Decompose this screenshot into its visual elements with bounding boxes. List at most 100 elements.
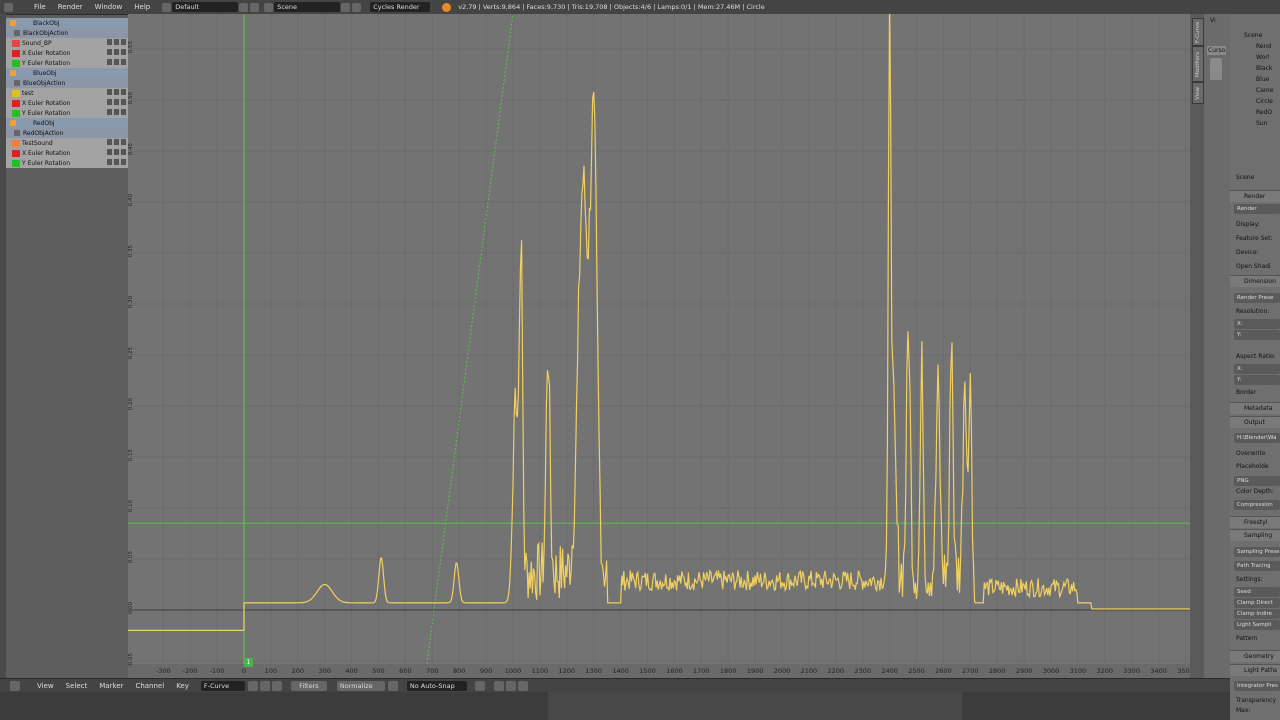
prop-output-path[interactable]: H:\Blender\Wa [1234,433,1280,443]
outliner-item[interactable]: RedO [1256,109,1272,116]
mode-selector[interactable]: F-Curve [200,681,245,691]
prop-compression[interactable]: Compression [1234,500,1280,510]
channel-object[interactable]: BlueObj [6,68,128,78]
wrench-icon[interactable] [107,109,112,115]
mute-icon[interactable] [114,149,119,155]
channel-fcurve[interactable]: Y Euler Rotation [6,58,128,68]
channel-fcurve[interactable]: TestSound [6,138,128,148]
graph-editor[interactable]: -300 -200 -100 0 100 200 300 400 500 600 700 800 900… [128,14,1190,678]
menu-view[interactable]: View [31,682,60,690]
layout-icon[interactable] [162,2,172,12]
wrench-icon[interactable] [107,159,112,165]
channel-fcurve[interactable]: X Euler Rotation [6,148,128,158]
show-hidden-icon[interactable] [259,681,270,691]
prop-render-head[interactable]: Render [1230,190,1280,202]
tab-view[interactable]: View [1192,82,1204,104]
prop-light-sampling[interactable]: Light Sampli [1234,620,1280,630]
current-frame-indicator[interactable]: 1 [244,658,253,667]
auto-snap-selector[interactable]: No Auto-Snap [406,681,467,691]
prop-render-presets[interactable]: Render Prese [1234,293,1280,303]
menu-key[interactable]: Key [170,682,195,690]
lock-icon[interactable] [121,49,126,55]
mute-icon[interactable] [114,139,119,145]
lock-icon[interactable] [121,109,126,115]
info-editor-icon[interactable] [4,2,13,12]
outliner-item[interactable]: Blue [1256,76,1269,83]
render-engine-selector[interactable]: Cycles Render [370,2,431,12]
lock-icon[interactable] [121,59,126,65]
sound-fcurve[interactable] [128,14,1190,632]
outliner-item[interactable]: Scene [1244,32,1262,39]
channel-object[interactable]: RedObj [6,118,128,128]
outliner-item[interactable]: Circle [1256,98,1273,105]
mute-icon[interactable] [114,39,119,45]
channel-fcurve[interactable]: Y Euler Rotation [6,108,128,118]
prop-clamp-direct[interactable]: Clamp Direct [1234,598,1280,608]
normalize-toggle[interactable]: Normalize [336,681,385,691]
prop-asp-x[interactable]: X: [1234,364,1280,374]
wrench-icon[interactable] [107,149,112,155]
menu-file[interactable]: File [28,3,52,11]
prop-sampling-presets[interactable]: Sampling Prese [1234,547,1280,557]
fcurve-graph[interactable] [128,14,1190,678]
lock-icon[interactable] [121,159,126,165]
prop-geometry-head[interactable]: Geometry [1230,650,1280,662]
prop-integrator-presets[interactable]: Integrator Pres [1234,681,1280,691]
channel-action[interactable]: BlueObjAction [6,78,128,88]
action-icon[interactable] [14,80,20,86]
outliner-item[interactable]: Sun [1256,120,1267,127]
remove-layout-icon[interactable] [250,2,260,12]
prop-asp-y[interactable]: Y: [1234,375,1280,385]
lock-icon[interactable] [121,89,126,95]
add-scene-icon[interactable] [341,2,351,12]
channel-fcurve[interactable]: test [6,88,128,98]
prop-res-y[interactable]: Y: [1234,330,1280,340]
menu-window[interactable]: Window [89,3,129,11]
prop-dimensions-head[interactable]: Dimension [1230,275,1280,287]
only-errors-icon[interactable] [271,681,282,691]
prop-sampling-head[interactable]: Sampling [1230,529,1280,541]
mute-icon[interactable] [114,89,119,95]
channel-fcurve[interactable]: X Euler Rotation [6,98,128,108]
lock-icon[interactable] [121,139,126,145]
outliner-item[interactable]: Worl [1256,54,1269,61]
scene-icon[interactable] [264,2,274,12]
only-selected-icon[interactable] [247,681,258,691]
menu-help[interactable]: Help [128,3,156,11]
mute-icon[interactable] [114,109,119,115]
wrench-icon[interactable] [107,139,112,145]
outliner-item[interactable]: Black [1256,65,1272,72]
add-layout-icon[interactable] [239,2,249,12]
prop-png[interactable]: PNG [1234,476,1280,486]
prop-freestyle-head[interactable]: Freestyl [1230,516,1280,528]
object-icon[interactable] [10,20,16,26]
copy-keys-icon[interactable] [493,681,504,691]
mute-icon[interactable] [114,59,119,65]
prop-metadata-head[interactable]: Metadata [1230,402,1280,414]
wrench-icon[interactable] [107,89,112,95]
tab-modifiers[interactable]: Modifiers [1192,46,1204,82]
channel-action[interactable]: BlackObjAction [6,28,128,38]
menu-channel[interactable]: Channel [129,682,170,690]
scene-selector[interactable]: Scene [274,2,341,12]
channel-fcurve[interactable]: Sound_BP [6,38,128,48]
object-icon[interactable] [10,70,16,76]
filters-button[interactable]: Filters [290,681,327,691]
menu-marker[interactable]: Marker [93,682,129,690]
wrench-icon[interactable] [107,49,112,55]
refresh-icon[interactable] [387,681,398,691]
menu-select[interactable]: Select [60,682,94,690]
channel-fcurve[interactable]: Y Euler Rotation [6,158,128,168]
timeline-strip[interactable] [0,692,1230,720]
lock-icon[interactable] [121,39,126,45]
action-icon[interactable] [14,30,20,36]
prop-render-btn[interactable]: Render [1234,204,1280,214]
mute-icon[interactable] [114,49,119,55]
object-icon[interactable] [10,120,16,126]
action-icon[interactable] [14,130,20,136]
pivot-icon[interactable] [474,681,485,691]
tab-fcurve[interactable]: F-Curve [1192,18,1204,46]
menu-render[interactable]: Render [52,3,89,11]
remove-scene-icon[interactable] [352,2,362,12]
wrench-icon[interactable] [107,59,112,65]
